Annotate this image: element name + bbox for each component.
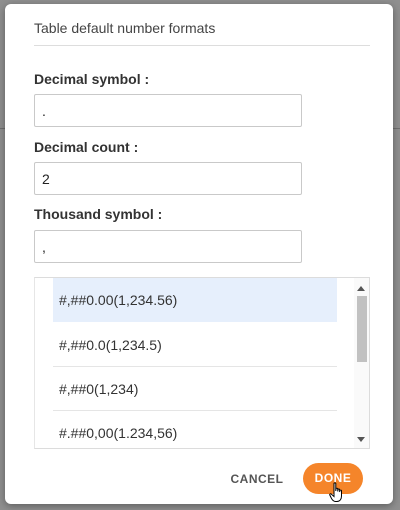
hand-pointer-icon — [329, 482, 342, 502]
format-item[interactable]: #,##0(1,234) — [53, 367, 337, 411]
dialog-title: Table default number formats — [34, 20, 216, 36]
cancel-button[interactable]: CANCEL — [225, 464, 289, 494]
decimal-symbol-input[interactable] — [34, 94, 302, 127]
scrollbar-thumb[interactable] — [357, 296, 367, 362]
decimal-count-input[interactable] — [34, 162, 302, 195]
number-format-dialog: Table default number formats Decimal sym… — [5, 4, 393, 504]
chevron-down-icon[interactable] — [357, 437, 365, 442]
chevron-up-icon[interactable] — [357, 286, 365, 291]
title-divider — [34, 45, 370, 46]
thousand-symbol-label: Thousand symbol : — [34, 206, 163, 222]
decimal-symbol-label: Decimal symbol : — [34, 71, 150, 87]
format-item[interactable]: #,##0.0(1,234.5) — [53, 323, 337, 367]
format-item[interactable]: #,##0.00(1,234.56) — [53, 278, 337, 322]
thousand-symbol-input[interactable] — [34, 230, 302, 263]
format-item[interactable]: #.##0,00(1.234,56) — [53, 411, 337, 448]
format-list-scrollbar[interactable] — [354, 278, 369, 448]
format-list[interactable]: #,##0.00(1,234.56) #,##0.0(1,234.5) #,##… — [34, 277, 370, 449]
decimal-count-label: Decimal count : — [34, 139, 139, 155]
